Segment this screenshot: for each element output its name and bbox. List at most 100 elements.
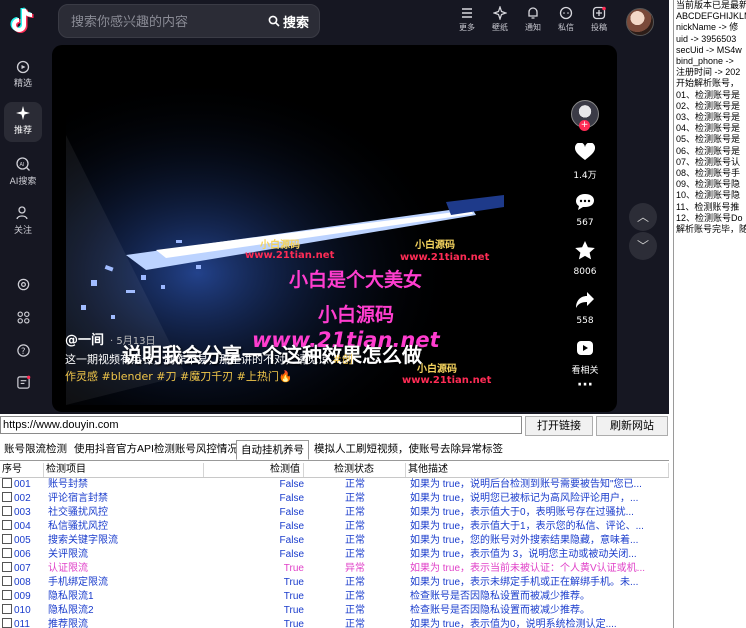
item-cell: 关评限流	[48, 549, 88, 560]
row-index-cell: 009	[0, 590, 46, 604]
table-row[interactable]: 003 社交骚扰风控 False 正常 如果为 true，表示值大于0，表明账号存在过骚…	[0, 506, 669, 520]
log-line: 02、检测账号是	[676, 100, 741, 111]
comment-icon	[576, 194, 594, 210]
search-button[interactable]: 搜索	[262, 9, 315, 33]
like-count: 1.4万	[573, 171, 597, 181]
douyin-logo-icon[interactable]	[10, 6, 38, 36]
sidebar-help[interactable]: ?	[0, 343, 46, 358]
row-checkbox[interactable]	[2, 506, 12, 516]
comment-button[interactable]: 567	[567, 193, 603, 228]
grid-icon	[17, 311, 29, 324]
table-row[interactable]: 008 手机绑定限流 True 正常 如果为 true，表示未绑定手机或正在解绑手机。未…	[0, 576, 669, 590]
row-checkbox[interactable]	[2, 562, 12, 572]
favorite-button[interactable]: 8006	[567, 241, 603, 277]
sidebar-more[interactable]	[0, 310, 46, 325]
value-cell: True	[283, 605, 304, 616]
row-index: 007	[14, 563, 31, 574]
row-checkbox[interactable]	[2, 478, 12, 488]
table-row[interactable]: 009 隐私限流1 True 正常 检查账号是否因隐私设置而被减少推荐。	[0, 590, 669, 604]
table-row[interactable]: 002 评论宿言封禁 False 正常 如果为 true，说明您已被标记为高风险评论用户…	[0, 492, 669, 506]
item-cell: 账号封禁	[48, 479, 88, 490]
refresh-site-button[interactable]: 刷新网站	[596, 416, 668, 436]
top-message-label: 私信	[558, 23, 574, 32]
search-input[interactable]	[69, 11, 263, 33]
status-cell: 正常	[345, 605, 365, 616]
user-avatar[interactable]	[626, 8, 654, 36]
author-name[interactable]: @一间	[65, 333, 104, 348]
column-header[interactable]: 检测值	[204, 463, 304, 477]
feedback-icon	[16, 375, 30, 389]
top-wallpaper[interactable]: 壁纸	[483, 6, 517, 33]
row-index: 001	[14, 479, 31, 490]
row-checkbox[interactable]	[2, 604, 12, 614]
status-cell: 正常	[345, 535, 365, 546]
row-index: 004	[14, 521, 31, 532]
tab-limit-check[interactable]: 账号限流检测	[0, 440, 71, 459]
table-row[interactable]: 005 搜索关键字限流 False 正常 如果为 true，您的账号对外搜索结果隐藏，意…	[0, 534, 669, 548]
sidebar-feedback[interactable]	[0, 375, 46, 390]
like-button[interactable]: 1.4万	[567, 142, 603, 181]
tab-api-risk-check[interactable]: 使用抖音官方API检测账号风控情况	[70, 440, 242, 459]
row-checkbox[interactable]	[2, 520, 12, 530]
ai-search-icon: AI	[16, 157, 30, 171]
row-checkbox[interactable]	[2, 576, 12, 586]
log-line: 开始解析账号，	[676, 78, 740, 89]
row-checkbox[interactable]	[2, 548, 12, 558]
row-checkbox[interactable]	[2, 590, 12, 600]
item-cell: 隐私限流1	[48, 591, 94, 602]
share-icon	[576, 292, 594, 308]
column-header[interactable]: 检测状态	[304, 463, 406, 477]
sidebar-settings[interactable]	[0, 277, 46, 292]
row-checkbox[interactable]	[2, 618, 12, 628]
share-button[interactable]: 558	[567, 291, 603, 326]
follow-plus-icon[interactable]: +	[579, 120, 590, 131]
chevron-up-icon: ︿	[636, 210, 649, 224]
top-upload-label: 投稿	[591, 23, 607, 32]
url-input[interactable]: https://www.douyin.com	[0, 416, 522, 434]
log-line: 01、检测账号是	[676, 89, 741, 100]
sidebar-item-jingxuan[interactable]: 精选	[0, 58, 46, 89]
top-notify[interactable]: 通知	[516, 6, 550, 33]
video-author[interactable]: @一间 · 5月13日	[65, 329, 155, 348]
overlay-line-1: 小白是个大美女	[289, 269, 423, 291]
description-cell: 如果为 true，表示当前未被认证：个人黄V认证或机...	[410, 563, 646, 574]
table-row[interactable]: 011 推荐限流 True 正常 如果为 true，表示值为0，说明系统检测认定....	[0, 618, 669, 628]
row-index-cell: 002	[0, 492, 46, 506]
table-row[interactable]: 001 账号封禁 False 正常 如果为 true，说明后台检测到账号需要被告知"您已…	[0, 478, 669, 492]
next-video-button[interactable]: ﹀	[629, 232, 657, 260]
log-line: 04、检测账号是	[676, 123, 741, 134]
table-row[interactable]: 007 认证限流 True 异常 如果为 true，表示当前未被认证：个人黄V认证或机.…	[0, 562, 669, 576]
item-cell: 社交骚扰风控	[48, 507, 108, 518]
top-more[interactable]: 更多	[450, 6, 484, 33]
table-row[interactable]: 010 隐私限流2 True 正常 检查账号是否因隐私设置而被减少推荐。	[0, 604, 669, 618]
row-index: 011	[14, 619, 30, 628]
tab-simulate-browse[interactable]: 模拟人工刷短视频，使账号去除异常标签	[310, 440, 507, 459]
table-row[interactable]: 006 关评限流 False 正常 如果为 true，表示值为 3，说明您主动或被动关闭…	[0, 548, 669, 562]
row-checkbox[interactable]	[2, 492, 12, 502]
column-header[interactable]: 序号	[0, 463, 44, 477]
top-notify-label: 通知	[525, 23, 541, 32]
table-row[interactable]: 004 私信骚扰风控 False 正常 如果为 true，表示值大于1，表示您的私信、评…	[0, 520, 669, 534]
more-options-icon[interactable]: ···	[567, 377, 603, 393]
sidebar-item-guanzhu[interactable]: 关注	[0, 205, 46, 236]
video-player[interactable]: 小白源码 www.21tian.net 小白源码 www.21tian.net …	[52, 45, 617, 412]
row-checkbox[interactable]	[2, 534, 12, 544]
sidebar-item-tuijian[interactable]: 推荐	[4, 102, 42, 142]
table-header: 序号 检测项目 检测值 检测状态 其他描述	[0, 463, 669, 478]
log-line: uid -> 3956503	[676, 33, 737, 44]
description-text: 这一期视频有点长，制作不易，那里讲的不对，请见谅	[65, 353, 333, 366]
column-header[interactable]: 其他描述	[406, 463, 669, 477]
item-cell: 隐私限流2	[48, 605, 94, 616]
tab-strip: 账号限流检测 使用抖音官方API检测账号风控情况 自动挂机养号 模拟人工刷短视频…	[0, 440, 669, 461]
open-link-button[interactable]: 打开链接	[525, 416, 593, 436]
log-line: 06、检测账号是	[676, 145, 741, 156]
top-upload[interactable]: 投稿	[582, 6, 616, 33]
top-message[interactable]: 私信	[549, 6, 583, 33]
tab-auto-nurture[interactable]: 自动挂机养号	[236, 440, 309, 460]
prev-video-button[interactable]: ︿	[629, 203, 657, 231]
sidebar-item-ai-search[interactable]: AI AI搜索	[0, 156, 46, 187]
log-output-panel[interactable]: 当前版本已是最新版ABCDEFGHIJKLMNnickName -> 修uid …	[673, 0, 746, 628]
related-button[interactable]: 看相关	[567, 340, 603, 376]
column-header[interactable]: 检测项目	[44, 463, 204, 477]
featured-icon	[16, 60, 30, 74]
